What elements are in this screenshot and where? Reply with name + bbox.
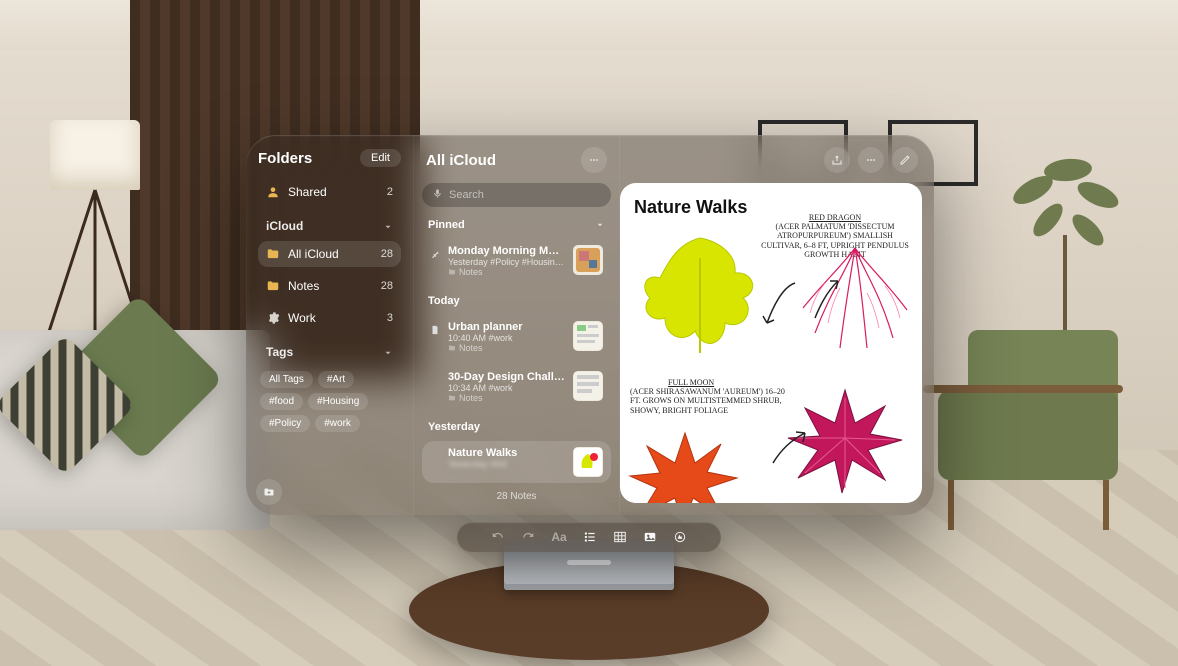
notes-count: 28 Notes: [422, 489, 611, 502]
leaf-orange-maple: [625, 428, 745, 503]
note-item[interactable]: Monday Morning Meeting Yesterday #Policy…: [422, 239, 611, 283]
arrow-icon: [755, 278, 805, 338]
search-input[interactable]: [449, 189, 601, 201]
folder-icon: [266, 247, 280, 261]
arrow-icon: [810, 273, 845, 323]
group-today[interactable]: Today: [422, 289, 611, 309]
tag-chip[interactable]: All Tags: [260, 371, 313, 388]
checklist-button[interactable]: [583, 530, 597, 544]
format-toolbar: Aa: [457, 522, 721, 552]
tag-chip[interactable]: #food: [260, 393, 303, 410]
note-folder: Notes: [448, 267, 565, 277]
note-item[interactable]: 30-Day Design Challenge 10:34 AM #work N…: [422, 365, 611, 409]
pin-icon: [430, 245, 440, 264]
section-tags[interactable]: Tags: [258, 337, 401, 361]
arrow-icon: [765, 423, 815, 473]
armchair: [908, 330, 1148, 530]
note-thumbnail: [573, 371, 603, 401]
note-thumbnail: [573, 321, 603, 351]
shared-folder-row[interactable]: Shared 2: [258, 179, 401, 205]
note-canvas[interactable]: Nature Walks RED DRAGON (ACER PALMATUM '…: [620, 183, 922, 503]
notes-window: Folders Edit Shared 2 iCloud All iCloud …: [246, 135, 934, 515]
tag-chip[interactable]: #Housing: [308, 393, 368, 410]
undo-button[interactable]: [491, 530, 505, 544]
mic-icon: [432, 188, 443, 202]
note-item-selected[interactable]: Nature Walks Yesterday #Art: [422, 441, 611, 483]
folder-all-icloud[interactable]: All iCloud 28: [258, 241, 401, 267]
tag-chip[interactable]: #work: [315, 415, 360, 432]
folder-notes[interactable]: Notes 28: [258, 273, 401, 299]
doc-icon: [430, 321, 440, 340]
section-icloud[interactable]: iCloud: [258, 211, 401, 235]
folder-icon: [266, 279, 280, 293]
note-item[interactable]: Urban planner 10:40 AM #work Notes: [422, 315, 611, 359]
leaf-yellow: [625, 223, 775, 373]
note-thumbnail: [573, 447, 603, 477]
edit-button[interactable]: Edit: [360, 149, 401, 167]
folders-sidebar: Folders Edit Shared 2 iCloud All iCloud …: [246, 135, 414, 515]
anno-full-moon: FULL MOON (ACER SHIRASAWANUM 'AUREUM') 1…: [630, 378, 790, 415]
note-thumbnail: [573, 245, 603, 275]
markup-button[interactable]: [673, 530, 687, 544]
detail-more-button[interactable]: [858, 147, 884, 173]
new-folder-button[interactable]: [256, 479, 282, 505]
list-more-button[interactable]: [581, 147, 607, 173]
group-pinned[interactable]: Pinned: [422, 213, 611, 233]
group-yesterday[interactable]: Yesterday: [422, 415, 611, 435]
shared-icon: [266, 185, 280, 199]
tags-container: All Tags #Art #food #Housing #Policy #wo…: [258, 367, 401, 432]
window-grabber[interactable]: [567, 560, 611, 565]
folder-work[interactable]: Work 3: [258, 305, 401, 331]
chevron-down-icon: [595, 220, 605, 230]
gear-icon: [266, 311, 280, 325]
note-detail: Nature Walks RED DRAGON (ACER PALMATUM '…: [620, 135, 934, 515]
tag-chip[interactable]: #Art: [318, 371, 354, 388]
shared-count: 2: [387, 186, 393, 198]
share-button[interactable]: [824, 147, 850, 173]
notes-list: All iCloud Pinned Monday Morning Meeting…: [414, 135, 620, 515]
text-format-button[interactable]: Aa: [551, 530, 566, 544]
search-field[interactable]: [422, 183, 611, 207]
list-title: All iCloud: [426, 152, 496, 169]
compose-button[interactable]: [892, 147, 918, 173]
tag-chip[interactable]: #Policy: [260, 415, 310, 432]
shared-label: Shared: [288, 185, 327, 199]
photo-button[interactable]: [643, 530, 657, 544]
sidebar-title: Folders: [258, 150, 312, 167]
chevron-down-icon: [383, 347, 393, 357]
table-button[interactable]: [613, 530, 627, 544]
redo-button[interactable]: [521, 530, 535, 544]
chevron-down-icon: [383, 221, 393, 231]
